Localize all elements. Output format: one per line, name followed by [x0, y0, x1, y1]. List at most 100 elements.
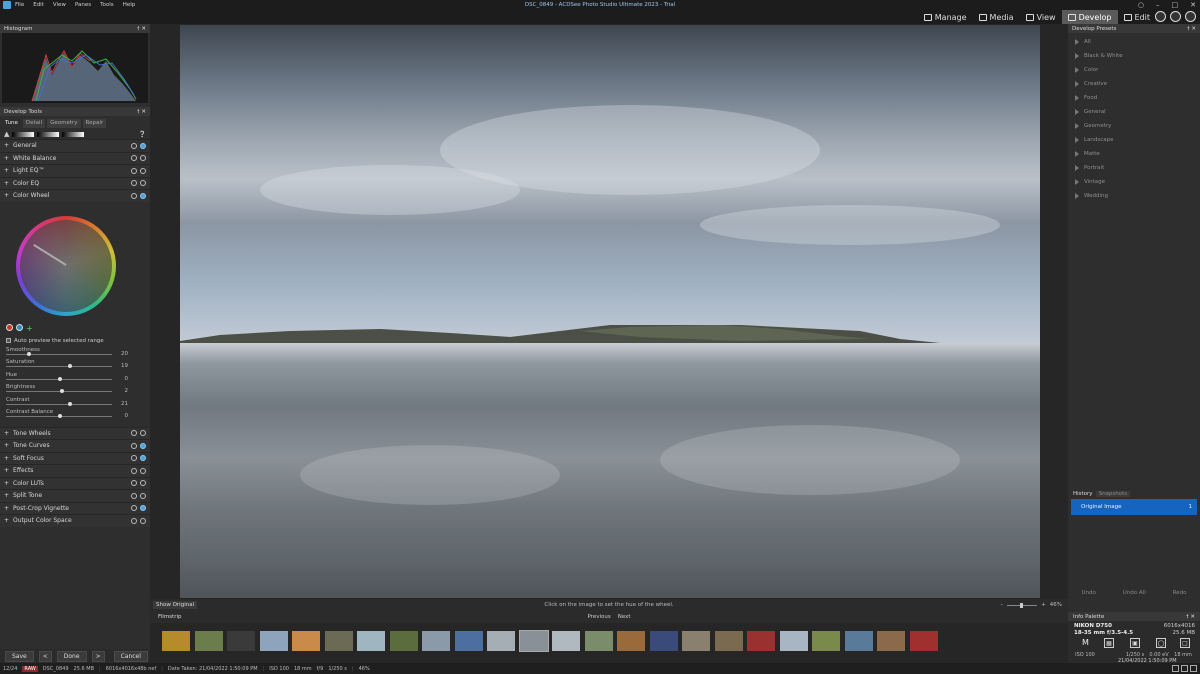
zoom-out-icon[interactable]: – [1000, 602, 1003, 608]
tool-group-color-wheel[interactable]: + Color Wheel [0, 189, 150, 202]
toggle-icon[interactable] [140, 467, 146, 474]
slider-track[interactable] [6, 353, 112, 355]
tool-group-tone-curves[interactable]: + Tone Curves [0, 439, 150, 452]
filmstrip-thumbnail[interactable] [552, 631, 580, 651]
slider-track[interactable] [6, 403, 112, 405]
expand-icon[interactable]: + [4, 480, 9, 487]
toggle-icon[interactable] [140, 505, 146, 512]
chevron-right-icon[interactable] [1075, 179, 1079, 185]
expand-icon[interactable]: + [4, 142, 9, 149]
chevron-right-icon[interactable] [1075, 81, 1079, 87]
slider-knob[interactable] [68, 364, 73, 368]
toggle-icon[interactable] [140, 442, 146, 449]
preset-folder-color[interactable]: Color [1068, 63, 1200, 77]
toggle-icon[interactable] [140, 155, 146, 162]
slider-knob[interactable] [60, 389, 65, 393]
filmstrip-thumbnail[interactable] [487, 631, 515, 651]
chevron-right-icon[interactable] [1075, 67, 1079, 73]
filmstrip-thumbnail[interactable] [422, 631, 450, 651]
account-icon[interactable]: ○ [1138, 1, 1144, 9]
tab-detail[interactable]: Detail [22, 119, 46, 128]
tool-group-general[interactable]: + General [0, 139, 150, 152]
pin-close-icon[interactable]: † ✕ [1187, 26, 1196, 32]
mode-edit[interactable]: Edit [1118, 10, 1157, 24]
filmstrip-thumbnail[interactable] [617, 631, 645, 651]
done-button[interactable]: Done [56, 650, 87, 662]
zoom-slider[interactable] [1007, 602, 1038, 608]
tab-history[interactable]: History [1073, 491, 1093, 497]
color-wheel[interactable] [16, 215, 116, 316]
mode-media[interactable]: Media [973, 10, 1020, 24]
chevron-right-icon[interactable] [1075, 39, 1079, 45]
toggle-icon[interactable] [140, 492, 146, 499]
filmstrip-thumbnail[interactable] [259, 631, 288, 651]
undo-button[interactable]: Undo [1081, 590, 1095, 604]
gear-icon[interactable] [131, 455, 137, 462]
chevron-right-icon[interactable] [1075, 109, 1079, 115]
preset-folder-food[interactable]: Food [1068, 91, 1200, 105]
filmstrip-thumbnail[interactable] [518, 630, 549, 652]
365-icon[interactable] [1155, 11, 1166, 22]
blue-swatch-icon[interactable] [16, 323, 23, 331]
filmstrip-thumbnail[interactable] [454, 631, 483, 651]
landscape-photo[interactable] [180, 25, 1040, 598]
gear-icon[interactable] [131, 505, 137, 512]
expand-icon[interactable]: + [4, 167, 9, 174]
tool-group-color-eq[interactable]: + Color EQ [0, 176, 150, 189]
filmstrip-thumbnail[interactable] [194, 631, 223, 651]
filmstrip-thumbnail[interactable] [584, 631, 613, 651]
filmstrip-thumbnail[interactable] [909, 631, 938, 651]
filmstrip-thumbnail[interactable] [292, 631, 320, 651]
help-icon[interactable]: ❔ [139, 131, 146, 138]
cancel-button[interactable]: Cancel [113, 650, 148, 662]
tool-group-split-tone[interactable]: + Split Tone [0, 489, 150, 502]
maximize-button[interactable]: □ [1172, 1, 1179, 9]
previous-link[interactable]: Previous [587, 614, 610, 620]
pin-close-icon[interactable]: † ✕ [1186, 614, 1195, 620]
toggle-icon[interactable] [140, 167, 146, 174]
slider-knob[interactable] [68, 401, 73, 406]
gear-icon[interactable] [131, 492, 137, 499]
chevron-right-icon[interactable] [1075, 137, 1079, 143]
gear-icon[interactable] [131, 155, 137, 162]
preset-folder-creative[interactable]: Creative [1068, 77, 1200, 91]
minimize-button[interactable]: – [1156, 1, 1160, 9]
preset-folder-geometry[interactable]: Geometry [1068, 119, 1200, 133]
expand-icon[interactable]: + [4, 442, 9, 449]
mode-manage[interactable]: Manage [918, 10, 973, 24]
expand-icon[interactable]: + [4, 455, 9, 462]
add-icon[interactable]: + [26, 324, 33, 333]
preset-folder-vintage[interactable]: Vintage [1068, 175, 1200, 189]
slider-knob[interactable] [26, 351, 31, 356]
close-button[interactable]: ✕ [1190, 1, 1196, 9]
previous-image-button[interactable]: < [38, 650, 52, 662]
slider-knob[interactable] [58, 414, 62, 418]
gear-icon[interactable] [131, 442, 137, 449]
preset-folder-wedding[interactable]: Wedding [1068, 189, 1200, 203]
chevron-right-icon[interactable] [1075, 123, 1079, 129]
expand-icon[interactable]: + [4, 180, 9, 187]
filmstrip-thumbnail[interactable] [714, 631, 743, 651]
undo-all-button[interactable]: Undo All [1123, 590, 1146, 604]
preset-folder-general[interactable]: General [1068, 105, 1200, 119]
tab-geometry[interactable]: Geometry [47, 119, 81, 128]
filmstrip-thumbnail[interactable] [877, 631, 905, 651]
toggle-icon[interactable] [140, 180, 146, 187]
preset-folder-landscape[interactable]: Landscape [1068, 133, 1200, 147]
tool-group-output-color-space[interactable]: + Output Color Space [0, 514, 150, 527]
toggle-icon[interactable] [140, 142, 146, 149]
expand-icon[interactable]: + [4, 492, 9, 499]
next-link[interactable]: Next [618, 614, 631, 620]
gear-icon[interactable] [131, 480, 137, 487]
stats-icon[interactable] [1185, 11, 1196, 22]
preset-folder-all[interactable]: All [1068, 35, 1200, 49]
color-icon[interactable] [1181, 665, 1188, 672]
zoom-in-icon[interactable]: + [1041, 602, 1046, 608]
preset-folder-portrait[interactable]: Portrait [1068, 161, 1200, 175]
next-image-button[interactable]: > [91, 650, 105, 662]
zoom-knob[interactable] [1019, 602, 1023, 608]
filmstrip-thumbnail[interactable] [357, 631, 385, 651]
gear-icon[interactable] [131, 142, 137, 149]
red-swatch-icon[interactable] [6, 323, 13, 331]
filmstrip-thumbnail[interactable] [227, 631, 255, 651]
